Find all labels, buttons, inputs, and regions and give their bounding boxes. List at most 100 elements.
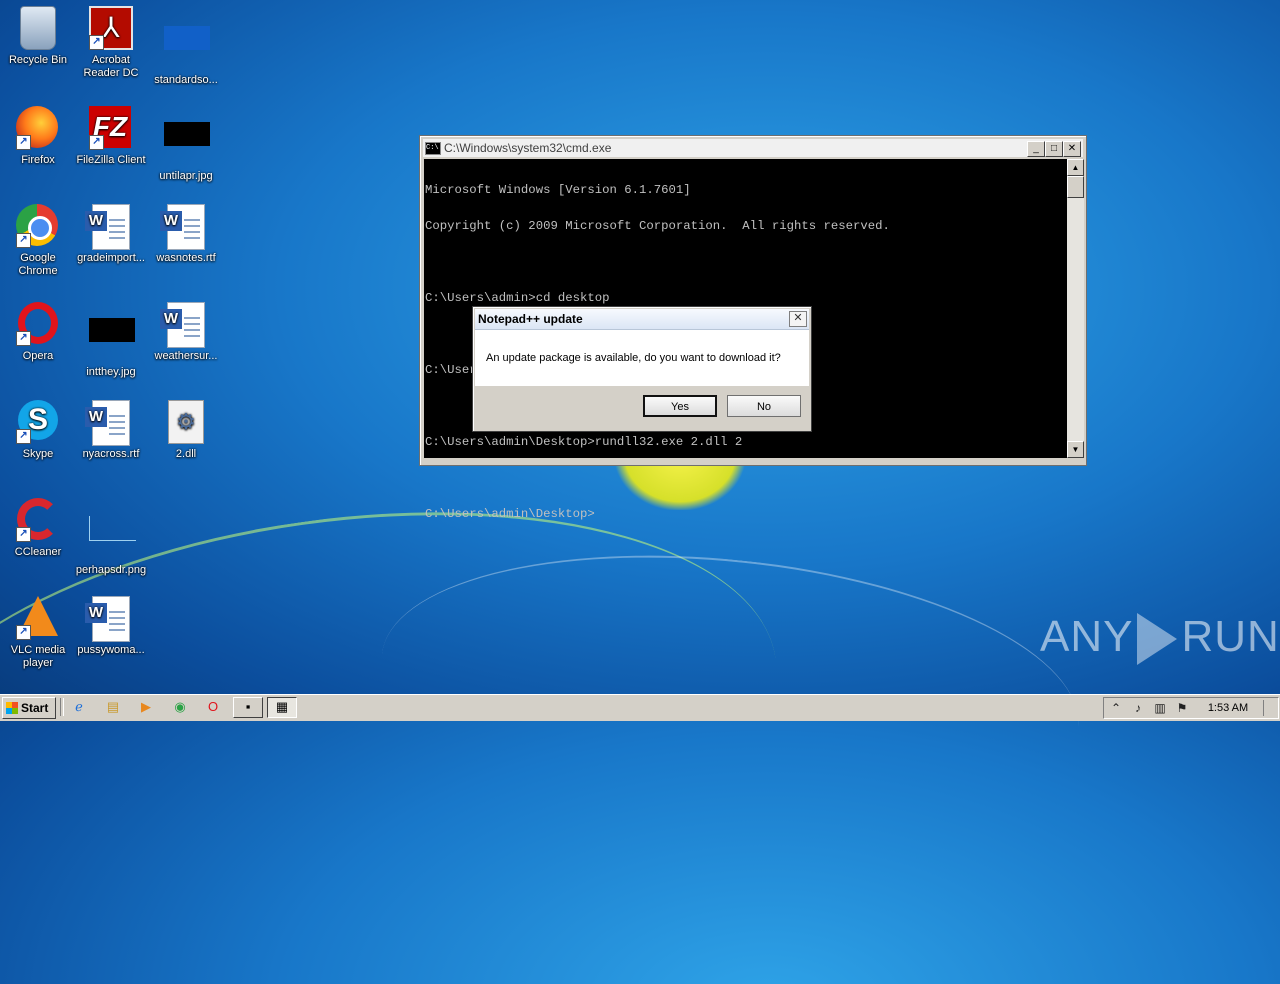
desktop-icon-label: Acrobat Reader DC <box>83 54 139 79</box>
yes-button[interactable]: Yes <box>643 395 717 417</box>
action-center-flag-icon[interactable]: ⚑ <box>1174 700 1190 716</box>
desktop-icon-acrobat[interactable]: ⅄ ↗ Acrobat Reader DC <box>73 6 149 80</box>
shortcut-arrow-icon: ↗ <box>16 625 31 640</box>
dll-file-icon: ⚙ <box>164 400 208 444</box>
start-label: Start <box>21 701 49 715</box>
desktop-icon-2dll[interactable]: ⚙ 2.dll <box>148 400 224 461</box>
shortcut-arrow-icon: ↗ <box>16 429 31 444</box>
chrome-icon: ↗ <box>16 204 60 248</box>
dialog-title: Notepad++ update <box>478 312 583 326</box>
desktop-icon-vlc[interactable]: ↗ VLC media player <box>0 596 76 670</box>
network-icon[interactable]: ▥ <box>1152 700 1168 716</box>
opera-icon: ↗ <box>16 302 60 346</box>
ccleaner-icon: ↗ <box>16 498 60 542</box>
desktop-icon-label: pussywoma... <box>77 644 145 656</box>
desktop-icon-label: Opera <box>22 350 54 362</box>
vlc-icon: ↗ <box>16 596 60 640</box>
console-line: Microsoft Windows [Version 6.1.7601] <box>425 183 691 197</box>
desktop-icon-gradeimport[interactable]: W gradeimport... <box>73 204 149 265</box>
console-prompt-line: C:\Users\admin\Desktop> <box>425 507 595 521</box>
desktop-icon-opera[interactable]: ↗ Opera <box>0 302 76 363</box>
cmd-window-title: C:\Windows\system32\cmd.exe <box>444 141 612 155</box>
notepadpp-task-icon[interactable]: ▦ <box>267 697 297 718</box>
cmd-task-icon[interactable]: ▪ <box>233 697 263 718</box>
desktop-icon-label: nyacross.rtf <box>82 448 140 460</box>
explorer-icon[interactable]: ▤ <box>102 698 124 716</box>
desktop-icon-standardso[interactable]: standardso... <box>148 6 224 87</box>
desktop-icon-pussywoma[interactable]: W pussywoma... <box>73 596 149 657</box>
desktop-icon-intthey[interactable]: intthey.jpg <box>73 302 149 379</box>
desktop-icon-ccleaner[interactable]: ↗ CCleaner <box>0 498 76 559</box>
cmd-titlebar[interactable]: C:\ C:\Windows\system32\cmd.exe _ □ ✕ <box>423 139 1083 157</box>
dialog-message: An update package is available, do you w… <box>486 352 781 364</box>
image-file-icon <box>164 26 210 70</box>
desktop-icon-recycle-bin[interactable]: Recycle Bin <box>0 6 76 67</box>
shortcut-arrow-icon: ↗ <box>16 233 31 248</box>
maximize-button[interactable]: □ <box>1045 141 1063 157</box>
dialog-titlebar[interactable]: Notepad++ update ✕ <box>475 309 809 330</box>
media-player-icon[interactable]: ▶ <box>135 698 157 716</box>
desktop-icon-label: FileZilla Client <box>76 154 146 166</box>
desktop-icon-label: weathersur... <box>154 350 218 362</box>
anyrun-watermark: ANY RUN <box>1040 612 1280 666</box>
play-logo-icon <box>1137 613 1178 666</box>
desktop-icon-skype[interactable]: S ↗ Skype <box>0 400 76 461</box>
shortcut-arrow-icon: ↗ <box>16 527 31 542</box>
firefox-icon: ↗ <box>16 106 60 150</box>
desktop-icon-chrome[interactable]: ↗ Google Chrome <box>0 204 76 278</box>
desktop-icon-label: untilapr.jpg <box>159 170 213 182</box>
desktop-icon-perhapsdr[interactable]: perhapsdr.png <box>73 498 149 577</box>
console-line: Copyright (c) 2009 Microsoft Corporation… <box>425 219 890 233</box>
desktop-icon-nyacross[interactable]: W nyacross.rtf <box>73 400 149 461</box>
desktop-icon-untilapr[interactable]: untilapr.jpg <box>148 106 224 183</box>
no-button[interactable]: No <box>727 395 801 417</box>
opera-icon[interactable]: O <box>202 698 224 716</box>
cmd-app-icon[interactable]: C:\ <box>425 142 441 155</box>
desktop-icon-label: VLC media player <box>10 644 66 669</box>
shortcut-arrow-icon: ↗ <box>89 135 104 150</box>
console-line: C:\Users\admin>cd desktop <box>425 291 610 305</box>
desktop-icon-filezilla[interactable]: FZ ↗ FileZilla Client <box>73 106 149 167</box>
desktop-icon-wasnotes[interactable]: W wasnotes.rtf <box>148 204 224 265</box>
taskbar: Start ℯ ▤ ▶ ◉ O ▪ ▦ ⌃ ♪ ▥ ⚑ 1:53 AM <box>0 694 1280 721</box>
vertical-scrollbar[interactable]: ▲ ▼ <box>1067 159 1084 458</box>
desktop-icon-label: Skype <box>22 448 54 460</box>
scroll-up-icon[interactable]: ▲ <box>1067 159 1084 176</box>
ie-icon[interactable]: ℯ <box>68 698 90 716</box>
start-button[interactable]: Start <box>2 697 56 719</box>
acrobat-icon: ⅄ ↗ <box>89 6 133 50</box>
show-hidden-icons-icon[interactable]: ⌃ <box>1108 700 1124 716</box>
shortcut-arrow-icon: ↗ <box>16 331 31 346</box>
show-desktop-button[interactable] <box>1263 700 1276 716</box>
scroll-down-icon[interactable]: ▼ <box>1067 441 1084 458</box>
word-doc-icon: W <box>85 204 133 250</box>
console-line: C:\Users\admin\Desktop>rundll32.exe 2.dl… <box>425 435 743 449</box>
desktop-icon-weathersur[interactable]: W weathersur... <box>148 302 224 363</box>
word-doc-icon: W <box>85 596 133 642</box>
dialog-close-button[interactable]: ✕ <box>789 311 807 327</box>
close-button[interactable]: ✕ <box>1063 141 1081 157</box>
update-dialog[interactable]: Notepad++ update ✕ An update package is … <box>472 306 812 432</box>
desktop-icon-label: perhapsdr.png <box>75 564 147 576</box>
volume-icon[interactable]: ♪ <box>1130 700 1146 716</box>
desktop-icon-label: wasnotes.rtf <box>156 252 216 264</box>
desktop-icon-label: Recycle Bin <box>8 54 68 66</box>
windows-logo-icon <box>6 702 18 714</box>
shortcut-arrow-icon: ↗ <box>16 135 31 150</box>
scrollbar-thumb[interactable] <box>1067 176 1084 198</box>
watermark-text-right: RUN <box>1181 612 1280 661</box>
desktop-icon-firefox[interactable]: ↗ Firefox <box>0 106 76 167</box>
desktop-icon-label: CCleaner <box>14 546 62 558</box>
skype-icon: S ↗ <box>16 400 60 444</box>
desktop-icon-label: standardso... <box>154 74 218 86</box>
desktop-icon-label: gradeimport... <box>77 252 145 264</box>
desktop-icon-label: Google Chrome <box>18 252 58 277</box>
chrome-icon[interactable]: ◉ <box>169 698 191 716</box>
desktop-icon-label: intthey.jpg <box>86 366 136 378</box>
taskbar-clock[interactable]: 1:53 AM <box>1202 698 1254 718</box>
minimize-button[interactable]: _ <box>1027 141 1045 157</box>
image-file-icon <box>89 516 136 560</box>
word-doc-icon: W <box>160 204 208 250</box>
